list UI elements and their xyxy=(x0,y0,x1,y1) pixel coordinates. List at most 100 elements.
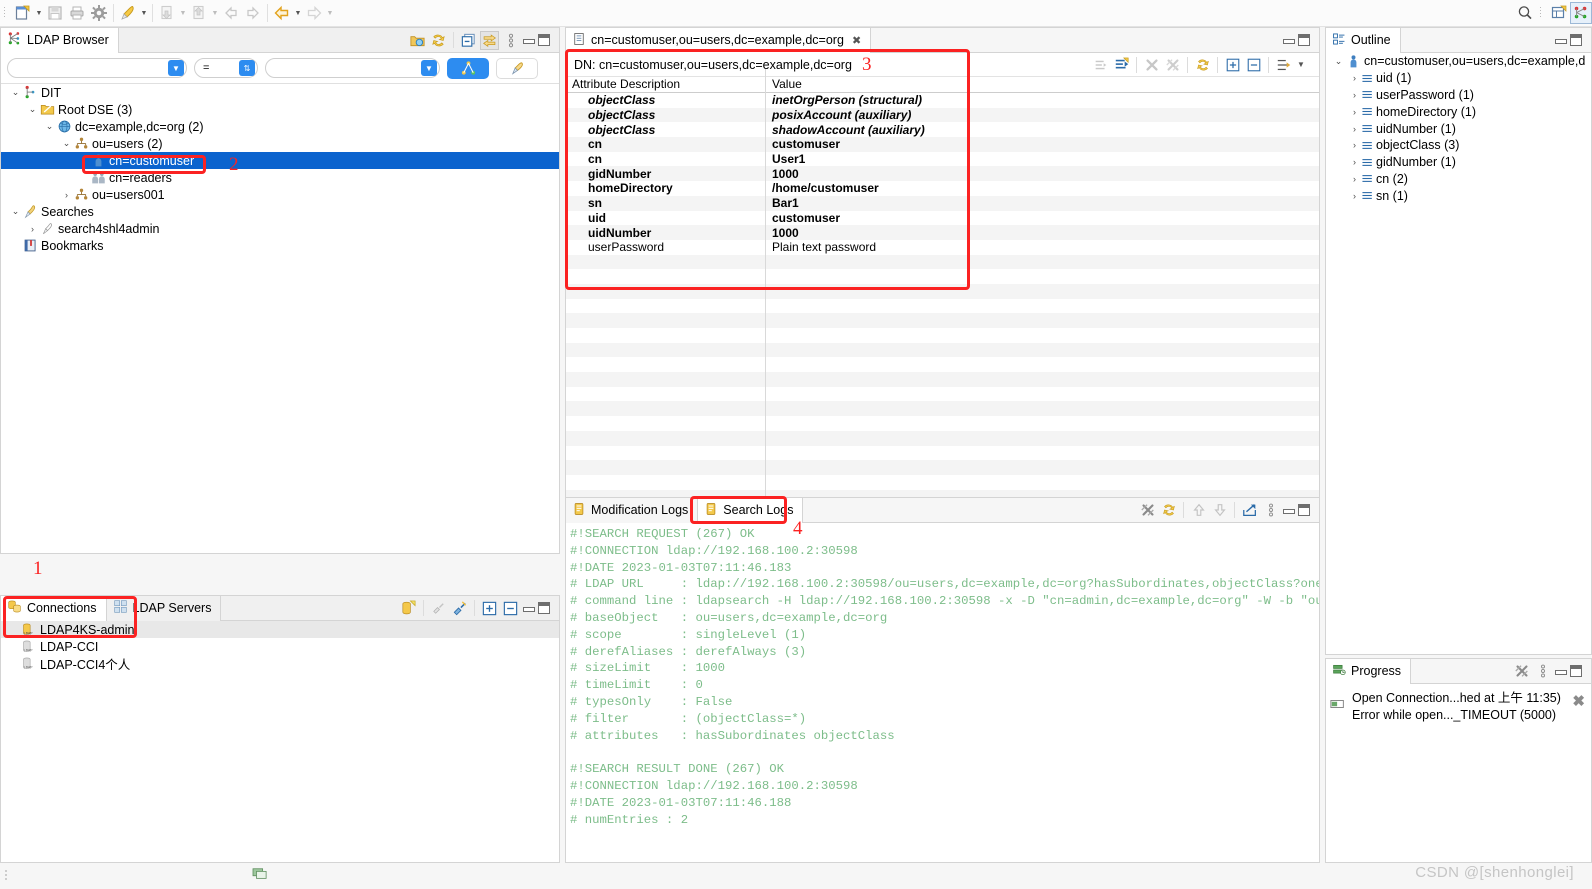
table-row[interactable] xyxy=(566,460,1319,475)
chevron-down-icon[interactable]: ⌄ xyxy=(26,104,39,115)
close-icon[interactable]: ✖ xyxy=(852,34,861,47)
disconnect-icon[interactable] xyxy=(429,599,448,618)
logs-menu-icon[interactable] xyxy=(1261,501,1280,520)
maximize-icon[interactable] xyxy=(1570,665,1582,677)
connection-list-item[interactable]: LDAP LDAP-CCI4个人 xyxy=(1,655,559,672)
filter-attribute-combo[interactable]: ▼ xyxy=(7,58,187,78)
table-row[interactable] xyxy=(566,342,1319,358)
search-icon[interactable] xyxy=(1514,2,1536,24)
chevron-right-icon[interactable]: › xyxy=(1348,140,1361,150)
table-row[interactable]: sn Bar1 xyxy=(566,195,1319,211)
collapse-all-icon[interactable] xyxy=(1244,55,1263,74)
table-row[interactable] xyxy=(566,269,1319,284)
column-value[interactable]: Value xyxy=(766,77,1319,92)
outline-tree[interactable]: ⌄ cn=customuser,ou=users,dc=example,d › uid… xyxy=(1326,53,1591,654)
chevron-down-icon[interactable]: ⌄ xyxy=(9,87,22,98)
filter-operator-combo[interactable]: = ⇅ xyxy=(194,58,258,78)
tab-entry-editor[interactable]: cn=customuser,ou=users,dc=example,dc=org… xyxy=(566,27,872,53)
chevron-right-icon[interactable]: › xyxy=(1348,191,1361,201)
connection-list-item[interactable]: LDAP LDAP-CCI xyxy=(1,638,559,655)
table-row[interactable] xyxy=(566,357,1319,372)
run-icon[interactable] xyxy=(117,2,139,24)
tree-item[interactable]: ⌄ ou=users (2) xyxy=(1,135,559,152)
progress-list[interactable]: Open Connection...hed at 上午 11:35) Error … xyxy=(1326,684,1591,862)
clear-filter-button[interactable] xyxy=(496,57,538,79)
new-attribute-icon[interactable] xyxy=(1112,55,1131,74)
run-dropdown-arrow[interactable]: ▼ xyxy=(139,10,149,17)
minimize-icon[interactable] xyxy=(522,34,535,46)
table-row[interactable] xyxy=(566,283,1319,299)
connect-icon[interactable] xyxy=(450,599,469,618)
print-icon[interactable] xyxy=(66,2,88,24)
minimize-icon[interactable] xyxy=(1282,34,1295,46)
apply-filter-button[interactable] xyxy=(447,57,489,79)
maximize-icon[interactable] xyxy=(538,602,550,614)
outline-root-item[interactable]: ⌄ cn=customuser,ou=users,dc=example,d xyxy=(1326,53,1591,70)
back-icon[interactable] xyxy=(220,2,242,24)
outline-item[interactable]: › uidNumber (1) xyxy=(1326,120,1591,137)
newer-log-icon[interactable] xyxy=(1210,501,1229,520)
redo-icon[interactable] xyxy=(303,2,325,24)
tab-progress[interactable]: Progress xyxy=(1326,658,1412,684)
table-row[interactable] xyxy=(566,489,1319,497)
chevron-down-icon[interactable]: ⌄ xyxy=(60,138,73,149)
tab-ldap-servers[interactable]: LDAP Servers xyxy=(106,595,222,621)
table-row[interactable]: homeDirectory/home/customuser xyxy=(566,181,1319,196)
table-row[interactable]: userPassword Plain text password xyxy=(566,240,1319,255)
clear-finished-jobs-icon[interactable] xyxy=(1512,662,1531,681)
new-connection-icon[interactable] xyxy=(399,599,418,618)
undo-dropdown-arrow[interactable]: ▼ xyxy=(293,10,303,17)
tree-item[interactable]: ⌄ Root DSE (3) xyxy=(1,101,559,118)
chevron-right-icon[interactable]: › xyxy=(1348,73,1361,83)
tree-item[interactable]: ⌄ DIT xyxy=(1,84,559,101)
outline-item[interactable]: › sn (1) xyxy=(1326,187,1591,204)
table-row[interactable] xyxy=(566,387,1319,402)
table-row[interactable] xyxy=(566,430,1319,446)
collapse-all-icon[interactable] xyxy=(459,31,478,50)
chevron-right-icon[interactable]: › xyxy=(1348,107,1361,117)
outline-item[interactable]: › userPassword (1) xyxy=(1326,87,1591,104)
editor-dropdown-icon[interactable]: ▼ xyxy=(1295,55,1307,74)
new-icon[interactable] xyxy=(12,2,34,24)
tab-search-logs[interactable]: Search Logs xyxy=(697,497,804,523)
column-attribute-description[interactable]: Attribute Description xyxy=(566,77,766,92)
minimize-icon[interactable] xyxy=(1282,504,1295,516)
chevron-down-icon[interactable]: ⌄ xyxy=(1332,56,1345,67)
table-row[interactable]: uidNumber 1000 xyxy=(566,225,1319,240)
outline-item[interactable]: › gidNumber (1) xyxy=(1326,154,1591,171)
tab-connections[interactable]: Connections xyxy=(1,595,107,621)
table-row[interactable] xyxy=(566,328,1319,343)
undo-icon[interactable] xyxy=(271,2,293,24)
outline-item[interactable]: › cn (2) xyxy=(1326,171,1591,188)
tree-item[interactable]: ⌄ dc=example,dc=org (2) xyxy=(1,118,559,135)
chevron-right-icon[interactable]: › xyxy=(26,224,39,234)
table-row[interactable] xyxy=(566,446,1319,461)
outline-item[interactable]: › uid (1) xyxy=(1326,70,1591,87)
search-logs-text[interactable]: #!SEARCH REQUEST (267) OK #!CONNECTION l… xyxy=(566,523,1319,862)
table-row[interactable]: objectClass shadowAccount (auxiliary) xyxy=(566,122,1319,137)
export-icon[interactable] xyxy=(188,2,210,24)
minimize-icon[interactable] xyxy=(522,602,535,614)
import-dropdown-arrow[interactable]: ▼ xyxy=(178,10,188,17)
attribute-table-body[interactable]: objectClass inetOrgPerson (structural) obj… xyxy=(566,93,1319,497)
open-search-icon[interactable] xyxy=(408,31,427,50)
refresh-icon[interactable] xyxy=(429,31,448,50)
chevron-down-icon[interactable]: ▼ xyxy=(421,60,437,76)
table-row[interactable] xyxy=(566,401,1319,417)
tree-item[interactable]: › search4shl4admin xyxy=(1,220,559,237)
refresh-icon[interactable] xyxy=(1193,55,1212,74)
redo-dropdown-arrow[interactable]: ▼ xyxy=(325,10,335,17)
tree-item[interactable]: cn=readers xyxy=(1,169,559,186)
chevron-right-icon[interactable]: › xyxy=(60,190,73,200)
tree-item[interactable]: cn=customuser xyxy=(1,152,559,169)
collapse-all-icon[interactable] xyxy=(501,599,520,618)
new-dropdown-arrow[interactable]: ▼ xyxy=(34,10,44,17)
forward-icon[interactable] xyxy=(242,2,264,24)
table-row[interactable]: cn customuser xyxy=(566,137,1319,152)
column-resize-handle[interactable] xyxy=(765,69,766,498)
tree-item[interactable]: ⌄ Searches xyxy=(1,203,559,220)
expand-all-icon[interactable] xyxy=(480,599,499,618)
toolbar-grip[interactable] xyxy=(3,5,9,21)
table-row[interactable]: objectClass inetOrgPerson (structural) xyxy=(566,93,1319,108)
connection-list-item[interactable]: LDAP LDAP4KS-admin xyxy=(1,621,559,638)
